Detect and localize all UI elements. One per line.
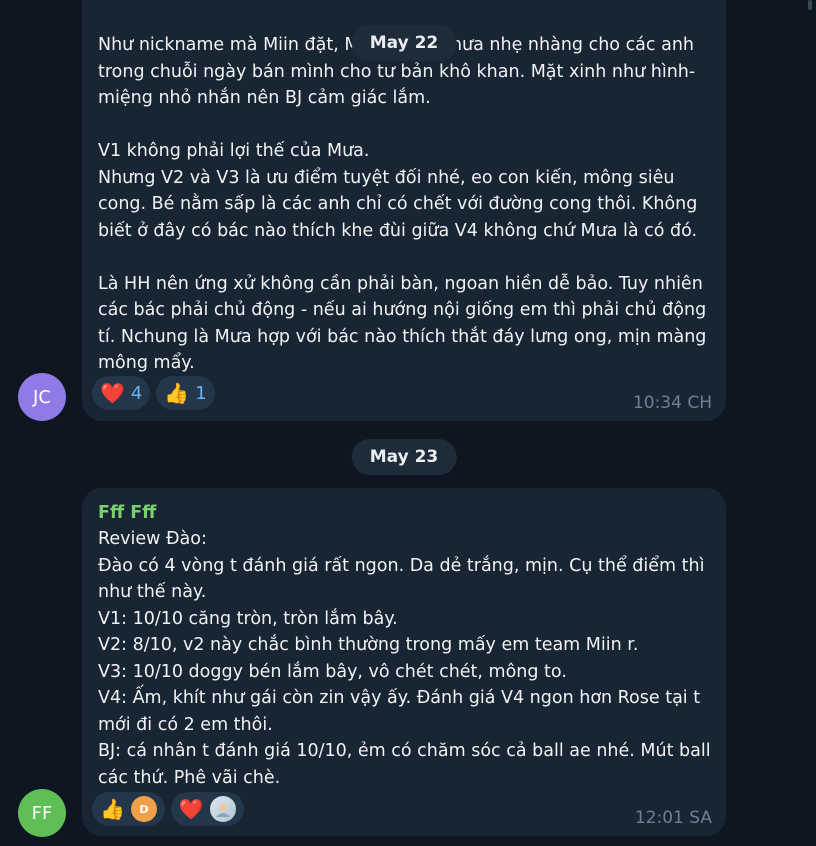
- message-text: Như nickname mà Miin đặt, Mưa là cơn mưa…: [98, 35, 707, 373]
- sender-name[interactable]: Fff Fff: [98, 500, 156, 526]
- date-separator: May 22: [351, 25, 457, 61]
- reactor-photo-icon: [215, 803, 230, 817]
- date-separator: May 23: [351, 439, 457, 475]
- reactor-avatar: [209, 796, 236, 822]
- message-bubble[interactable]: Fff Fff Review Đào: Đào có 4 vòng t đánh…: [82, 488, 726, 836]
- reaction-thumbs-up[interactable]: 👍 D: [92, 792, 165, 826]
- heart-icon: ❤️: [178, 797, 204, 821]
- reactions-bar: 👍 D ❤️: [92, 792, 244, 826]
- message-time: 12:01 SA: [634, 808, 712, 828]
- message-time: 10:34 CH: [632, 393, 712, 413]
- avatar-initials: JC: [33, 386, 51, 408]
- reaction-count: 4: [130, 382, 143, 404]
- avatar[interactable]: JC: [18, 373, 66, 421]
- avatar[interactable]: FF: [18, 789, 66, 837]
- scrollbar[interactable]: [808, 0, 812, 10]
- thumbs-up-icon: 👍: [164, 381, 190, 405]
- message-text: Review Đào: Đào có 4 vòng t đánh giá rất…: [98, 529, 711, 788]
- reactor-avatar: D: [130, 796, 157, 822]
- avatar-initials: FF: [31, 802, 53, 824]
- heart-icon: ❤️: [100, 381, 125, 405]
- reactions-bar: ❤️ 4 👍 1: [92, 376, 215, 410]
- reaction-heart[interactable]: ❤️ 4: [92, 376, 151, 410]
- message-bubble[interactable]: Như nickname mà Miin đặt, Mưa là cơn mưa…: [82, 0, 726, 421]
- reaction-heart[interactable]: ❤️: [170, 792, 244, 826]
- reaction-count: 1: [195, 382, 207, 404]
- reaction-thumbs-up[interactable]: 👍 1: [156, 376, 215, 410]
- thumbs-up-icon: 👍: [100, 797, 125, 821]
